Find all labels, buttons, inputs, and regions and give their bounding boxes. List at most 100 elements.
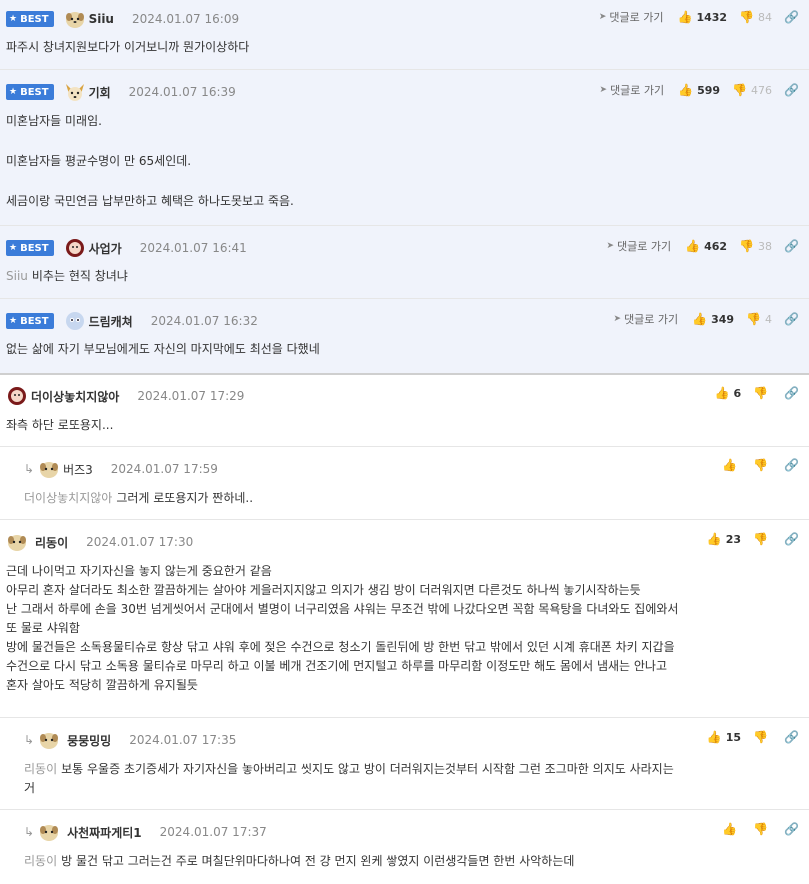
- avatar[interactable]: [64, 238, 86, 258]
- reply-arrow-icon: ↳: [24, 733, 35, 747]
- downvote-button[interactable]: 👎 84: [739, 10, 772, 24]
- avatar[interactable]: [38, 730, 60, 750]
- avatar[interactable]: [64, 82, 86, 102]
- reply-comment: ↳ 버즈3 2024.01.07 17:59 👍 👎 🔗 더이상놓치지않아 그러게…: [0, 447, 809, 520]
- comment-text: Siiu 비추는 현직 창녀냐: [6, 269, 128, 283]
- mention[interactable]: 리동이: [24, 762, 57, 776]
- nickname[interactable]: Siiu: [89, 12, 114, 26]
- nickname[interactable]: 사천짜파게티1: [67, 824, 142, 841]
- star-icon: ★: [9, 14, 18, 24]
- timestamp: 2024.01.07 16:32: [150, 314, 258, 328]
- upvote-button[interactable]: 👍 349: [692, 312, 734, 326]
- star-icon: ★: [9, 243, 18, 253]
- thumbs-down-icon: 👎: [753, 730, 769, 744]
- downvote-button[interactable]: 👎 476: [732, 83, 772, 97]
- mention[interactable]: Siiu: [6, 269, 28, 283]
- star-icon: ★: [9, 316, 18, 326]
- downvote-button[interactable]: 👎: [753, 822, 772, 836]
- upvote-button[interactable]: 👍 462: [685, 239, 727, 253]
- nickname[interactable]: 더이상놓치지않아: [31, 388, 119, 405]
- nickname[interactable]: 드림캐쳐: [89, 313, 133, 330]
- link-icon[interactable]: 🔗: [784, 532, 799, 546]
- link-icon[interactable]: 🔗: [784, 312, 799, 326]
- avatar[interactable]: [6, 532, 28, 552]
- nickname[interactable]: 기회: [89, 84, 111, 101]
- thumbs-up-icon: 👍: [722, 458, 738, 472]
- timestamp: 2024.01.07 16:39: [128, 85, 236, 99]
- thumbs-down-icon: 👎: [739, 10, 755, 24]
- best-badge: ★ BEST: [6, 240, 54, 256]
- send-icon: ➤: [599, 85, 608, 95]
- upvote-button[interactable]: 👍 1432: [678, 10, 728, 24]
- avatar[interactable]: [64, 9, 86, 29]
- comment-text: 리동이 방 물건 닦고 그러는건 주로 며칠단위마다하나여 전 걍 먼지 왼케 쌓…: [24, 854, 575, 868]
- downvote-button[interactable]: 👎: [753, 532, 772, 546]
- timestamp: 2024.01.07 16:41: [139, 241, 247, 255]
- link-icon[interactable]: 🔗: [784, 83, 799, 97]
- downvote-button[interactable]: 👎 4: [746, 312, 772, 326]
- comment: 리동이 2024.01.07 17:30 👍 23 👎 🔗 근데 나이먹고 자기자…: [0, 520, 809, 718]
- thumbs-down-icon: 👎: [753, 458, 769, 472]
- thumbs-up-icon: 👍: [692, 312, 708, 326]
- upvote-button[interactable]: 👍 599: [678, 83, 720, 97]
- nickname[interactable]: 리동이: [35, 534, 68, 551]
- thumbs-up-icon: 👍: [685, 239, 701, 253]
- thumbs-up-icon: 👍: [706, 532, 722, 546]
- link-icon[interactable]: 🔗: [784, 10, 799, 24]
- timestamp: 2024.01.07 17:29: [137, 389, 245, 403]
- avatar[interactable]: [64, 311, 86, 331]
- avatar[interactable]: [38, 822, 60, 842]
- comment: 더이상놓치지않아 2024.01.07 17:29 👍 6 👎 🔗 좌측 하단 로…: [0, 375, 809, 447]
- comment-text: 없는 삶에 자기 부모님에게도 자신의 마지막에도 최선을 다했네: [6, 342, 320, 356]
- goto-reply-link[interactable]: ➤ 댓글로 가기: [607, 238, 672, 254]
- thumbs-down-icon: 👎: [732, 83, 748, 97]
- goto-reply-link[interactable]: ➤ 댓글로 가기: [614, 311, 679, 327]
- link-icon[interactable]: 🔗: [784, 822, 799, 836]
- comment-text: 좌측 하단 로또용지...: [6, 418, 114, 432]
- timestamp: 2024.01.07 16:09: [131, 12, 240, 26]
- thumbs-up-icon: 👍: [722, 822, 738, 836]
- downvote-button[interactable]: 👎: [753, 386, 772, 400]
- best-badge: ★ BEST: [6, 84, 54, 100]
- link-icon[interactable]: 🔗: [784, 730, 799, 744]
- thumbs-down-icon: 👎: [746, 312, 762, 326]
- avatar[interactable]: [38, 459, 60, 479]
- best-badge: ★ BEST: [6, 313, 54, 329]
- downvote-button[interactable]: 👎 38: [739, 239, 772, 253]
- timestamp: 2024.01.07 17:30: [86, 535, 194, 549]
- link-icon[interactable]: 🔗: [784, 458, 799, 472]
- best-badge: ★ BEST: [6, 11, 54, 27]
- upvote-button[interactable]: 👍 15: [707, 730, 741, 744]
- upvote-button[interactable]: 👍: [722, 458, 741, 472]
- comment-best: ★ BEST 사업가 2024.01.07 16:41 ➤ 댓글로 가기 👍 462 …: [0, 226, 809, 299]
- upvote-button[interactable]: 👍 23: [707, 532, 741, 546]
- nickname[interactable]: 뭉뭉밍밍: [67, 732, 111, 749]
- mention[interactable]: 더이상놓치지않아: [24, 491, 112, 505]
- comment-text: 리동이 보통 우울증 초기증세가 자기자신을 놓아버리고 씻지도 않고 방이 더러…: [24, 762, 674, 795]
- reply-arrow-icon: ↳: [24, 825, 35, 839]
- nickname[interactable]: 버즈3: [63, 461, 93, 478]
- comment-text: 근데 나이먹고 자기자신을 놓지 않는게 중요한거 같음 아무리 혼자 살더라도…: [6, 564, 679, 692]
- mention[interactable]: 리동이: [24, 854, 57, 868]
- timestamp: 2024.01.07 17:59: [110, 462, 218, 476]
- comment-best: ★ BEST 기회 2024.01.07 16:39 ➤ 댓글로 가기 👍 599 👎…: [0, 70, 809, 226]
- thumbs-down-icon: 👎: [753, 386, 769, 400]
- send-icon: ➤: [613, 314, 622, 324]
- comment-text: 파주시 창녀지원보다가 이거보니까 뭔가이상하다: [6, 40, 250, 54]
- thumbs-up-icon: 👍: [677, 10, 693, 24]
- thumbs-up-icon: 👍: [714, 386, 730, 400]
- goto-reply-link[interactable]: ➤ 댓글로 가기: [600, 82, 665, 98]
- thumbs-down-icon: 👎: [753, 532, 769, 546]
- downvote-button[interactable]: 👎: [753, 730, 772, 744]
- thumbs-up-icon: 👍: [678, 83, 694, 97]
- upvote-button[interactable]: 👍 6: [714, 386, 741, 400]
- link-icon[interactable]: 🔗: [784, 386, 799, 400]
- downvote-button[interactable]: 👎: [753, 458, 772, 472]
- goto-reply-link[interactable]: ➤ 댓글로 가기: [599, 9, 664, 25]
- comment-text: 미혼남자들 미래임. 미혼남자들 평균수명이 만 65세인데. 세금이랑 국민연…: [6, 114, 294, 208]
- nickname[interactable]: 사업가: [89, 240, 122, 257]
- upvote-button[interactable]: 👍: [722, 822, 741, 836]
- avatar[interactable]: [6, 386, 28, 406]
- link-icon[interactable]: 🔗: [784, 239, 799, 253]
- star-icon: ★: [9, 87, 18, 97]
